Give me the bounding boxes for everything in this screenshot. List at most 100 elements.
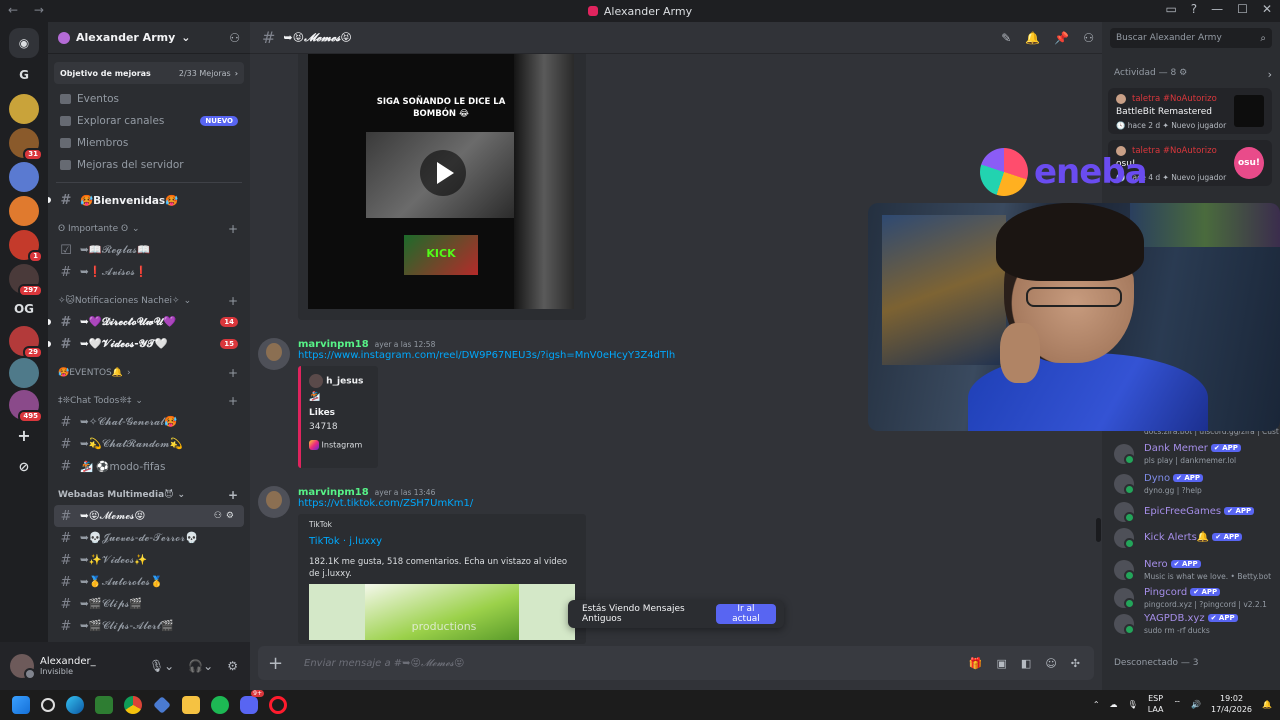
clock[interactable]: 19:02 17/4/2026 bbox=[1211, 693, 1252, 715]
add-channel-icon[interactable]: + bbox=[228, 488, 238, 502]
activity-header[interactable]: Actividad — 8 ⚙ › bbox=[1114, 68, 1272, 81]
file-explorer-icon[interactable] bbox=[182, 696, 200, 714]
server-icon-server-3[interactable]: 31 bbox=[9, 128, 43, 161]
channel-clips-alert[interactable]: # ➥🎬𝓒𝓵𝓲𝓹𝓼-𝓐𝓵𝓮𝓻𝓽🎬 bbox=[48, 615, 244, 637]
inbox-icon[interactable]: ▭ bbox=[1165, 2, 1176, 16]
menu-browse-channels[interactable]: Explorar canales NUEVO bbox=[48, 110, 250, 132]
search-icon[interactable] bbox=[41, 698, 55, 712]
member-row[interactable]: Dank Memer ✔ APP pls play | dankmemer.lol bbox=[1114, 442, 1274, 468]
close-icon[interactable]: ✕ bbox=[1262, 2, 1272, 16]
channel-directo[interactable]: # ➥💜𝓓𝓲𝓻𝓮𝓬𝓽𝓸𝓤𝔀𝓤💜 14 bbox=[48, 311, 244, 333]
mic-icon[interactable]: 🎙 bbox=[1128, 700, 1138, 709]
member-row[interactable]: YAGPDB.xyz ✔ APP sudo rm -rf ducks bbox=[1114, 612, 1274, 638]
member-row[interactable]: Dyno ✔ APP dyno.gg | ?help bbox=[1114, 472, 1274, 498]
server-icon-server-10[interactable]: 495 bbox=[9, 390, 43, 423]
chat-scrollbar[interactable] bbox=[1096, 518, 1101, 542]
channel-videos[interactable]: # ➥✨𝓥𝓲𝓭𝓮𝓸𝓼✨ bbox=[48, 549, 244, 571]
server-icon-server-g[interactable]: G bbox=[9, 60, 39, 90]
activity-card[interactable]: taletra #NoAutorizo BattleBit Remastered… bbox=[1108, 88, 1272, 134]
message-link[interactable]: https://vt.tiktok.com/ZSH7UmKm1/ bbox=[298, 498, 473, 509]
member-row[interactable]: Kick Alerts🔔 ✔ APP bbox=[1114, 526, 1274, 552]
cloud-icon[interactable]: ☁ bbox=[1110, 700, 1118, 709]
headphones-icon[interactable]: 🎧⌄ bbox=[188, 659, 213, 673]
channel-modo-fifas[interactable]: # 🏂 ⚽modo-fifas bbox=[48, 455, 244, 477]
channel-chat-random[interactable]: # ➥💫𝓒𝓱𝓪𝓽𝓡𝓪𝓷𝓭𝓸𝓶💫 bbox=[48, 433, 244, 455]
volume-icon[interactable]: 🔊 bbox=[1191, 700, 1201, 709]
app-icon[interactable] bbox=[153, 696, 171, 714]
search-box[interactable]: ⌕ bbox=[1110, 28, 1272, 48]
server-icon-server-7[interactable]: 297 bbox=[9, 264, 43, 297]
member-row[interactable]: Nero ✔ APP Music is what we love. • Betty.… bbox=[1114, 558, 1274, 584]
avatar[interactable] bbox=[258, 338, 290, 370]
play-icon[interactable] bbox=[420, 150, 466, 196]
server-icon-server-2[interactable] bbox=[9, 94, 39, 124]
category-eventos[interactable]: 🥵EVENTOS🔔 › + bbox=[48, 363, 250, 383]
gift-icon[interactable]: 🎁 bbox=[969, 657, 983, 670]
menu-events[interactable]: Eventos bbox=[48, 88, 250, 110]
help-icon[interactable]: ? bbox=[1191, 2, 1197, 16]
chrome-icon[interactable] bbox=[124, 696, 142, 714]
avatar[interactable] bbox=[258, 486, 290, 518]
channel-autoroles[interactable]: # ➥🥇𝓐𝓾𝓽𝓸𝓻𝓸𝓵𝓮𝓼🥇 bbox=[48, 571, 244, 593]
gear-icon[interactable]: ⚙ bbox=[1179, 68, 1187, 78]
add-server-icon[interactable]: + bbox=[9, 420, 39, 450]
discover-icon[interactable]: ⊘ bbox=[9, 452, 39, 482]
channel-clips[interactable]: # ➥🎬𝓒𝓵𝓲𝓹𝓼🎬 bbox=[48, 593, 244, 615]
edge-icon[interactable] bbox=[66, 696, 84, 714]
server-icon-server-8[interactable]: 29 bbox=[9, 326, 43, 359]
threads-icon[interactable]: ✎ bbox=[1001, 31, 1011, 45]
avatar[interactable] bbox=[10, 654, 36, 680]
sticker-icon[interactable]: ◧ bbox=[1021, 657, 1031, 670]
emoji-icon[interactable]: ☺ bbox=[1045, 657, 1056, 670]
xbox-icon[interactable] bbox=[95, 696, 113, 714]
microphone-icon[interactable]: 🎙⌄ bbox=[149, 659, 174, 673]
boost-goal[interactable]: Objetivo de mejoras 2/33 Mejoras › bbox=[54, 62, 244, 84]
channel-avisos[interactable]: # ➥❗𝓐𝓿𝓲𝓼𝓸𝓼❗ bbox=[48, 261, 244, 283]
channel-bienvenidas[interactable]: # 🥵Bienvenidas🥵 bbox=[48, 189, 244, 211]
category-importante[interactable]: ʘ Importante ʘ ⌄ + bbox=[48, 219, 250, 239]
channel-jueves[interactable]: # ➥💀𝓙𝓾𝓮𝓿𝓮𝓼-𝓭𝓮-𝓣𝓮𝓻𝓻𝓸𝓻💀 bbox=[48, 527, 244, 549]
user-info[interactable]: Alexander_ Invisible bbox=[34, 656, 96, 676]
category-notificaciones[interactable]: ✧🐱Notificaciones Nachei✧ ⌄ + bbox=[48, 291, 250, 311]
menu-members[interactable]: Miembros bbox=[48, 132, 250, 154]
category-chat-todos[interactable]: ‡❊Chat Todos❊‡ ⌄ + bbox=[48, 391, 250, 411]
server-icon-server-9[interactable] bbox=[9, 358, 39, 388]
member-row[interactable]: Pingcord ✔ APP pingcord.xyz | ?pingcord | … bbox=[1114, 586, 1274, 612]
add-channel-icon[interactable]: + bbox=[228, 366, 238, 380]
message-author[interactable]: marvinpm18 bbox=[298, 487, 369, 498]
embed-author[interactable]: h_jesus bbox=[309, 374, 363, 388]
minimize-icon[interactable]: — bbox=[1211, 2, 1223, 16]
notification-icon[interactable]: 🔔 bbox=[1262, 700, 1272, 709]
jump-to-present-button[interactable]: Ir al actual bbox=[715, 604, 776, 624]
invite-icon[interactable]: ⚇ bbox=[229, 31, 240, 45]
language-indicator[interactable]: ESP LAA bbox=[1148, 693, 1164, 715]
menu-server-boosts[interactable]: Mejoras del servidor bbox=[48, 154, 250, 176]
video-player[interactable]: SIGA SOÑANDO LE DICE LA BOMBÓN 😂 KICK bbox=[308, 54, 574, 309]
add-channel-icon[interactable]: + bbox=[228, 222, 238, 236]
channel-reglas[interactable]: ☑ ➥📖𝓡𝓮𝓰𝓵𝓪𝓼📖 bbox=[48, 239, 244, 261]
member-list-icon[interactable]: ⚇ bbox=[1083, 31, 1094, 45]
add-channel-icon[interactable]: + bbox=[228, 294, 238, 308]
bell-icon[interactable]: 🔔 bbox=[1025, 31, 1040, 45]
maximize-icon[interactable]: ☐ bbox=[1237, 2, 1248, 16]
apps-icon[interactable]: ✣ bbox=[1071, 657, 1080, 670]
discord-icon[interactable]: 9+ bbox=[240, 690, 264, 714]
category-webadas[interactable]: Webadas Multimedia😈 ⌄ + bbox=[48, 485, 250, 505]
message-author[interactable]: marvinpm18 bbox=[298, 339, 369, 350]
chevron-right-icon[interactable]: › bbox=[1268, 68, 1272, 81]
pin-icon[interactable]: 📌 bbox=[1054, 31, 1069, 45]
server-header[interactable]: Alexander Army ⌄ ⚇ bbox=[48, 22, 250, 54]
member-row[interactable]: EpicFreeGames ✔ APP bbox=[1114, 500, 1274, 526]
history-nav[interactable]: ← → bbox=[8, 3, 50, 17]
spotify-icon[interactable] bbox=[211, 696, 229, 714]
message-link[interactable]: https://www.instagram.com/reel/DW9P67NEU… bbox=[298, 350, 675, 361]
channel-videos-yt[interactable]: # ➥🤍𝓥𝓲𝓭𝓮𝓸𝓼-𝓨𝓣🤍 15 bbox=[48, 333, 244, 355]
channel-memes[interactable]: # ➥😝𝓜𝓮𝓶𝓮𝓼😝 ⚇⚙ bbox=[54, 505, 244, 527]
message-input[interactable] bbox=[304, 657, 969, 669]
opera-icon[interactable] bbox=[269, 696, 287, 714]
server-icon-server-og[interactable]: OG bbox=[9, 294, 39, 324]
server-icon-server-4[interactable] bbox=[9, 162, 39, 192]
gear-icon[interactable]: ⚙ bbox=[227, 659, 238, 673]
wifi-icon[interactable]: ⌔ bbox=[1174, 699, 1182, 709]
embed-title[interactable]: TikTok · j.luxxy bbox=[309, 536, 382, 547]
